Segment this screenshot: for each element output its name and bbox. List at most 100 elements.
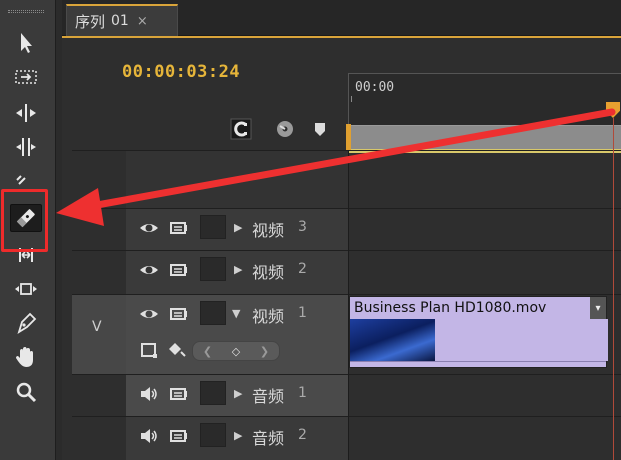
work-area-start-handle[interactable] (346, 124, 351, 150)
display-style-icon[interactable] (138, 339, 160, 361)
ripple-edit-tool-icon (16, 104, 36, 122)
work-area-bar[interactable] (348, 125, 621, 149)
slide-tool[interactable] (6, 274, 46, 304)
track-header-video-2[interactable]: ▶ 视频 2 (126, 251, 348, 294)
track-expand-icon[interactable]: ▶ (234, 221, 242, 234)
rolling-edit-tool-icon (16, 138, 36, 156)
time-ruler[interactable]: 00:00 (348, 73, 621, 127)
clip-thumbnail (350, 319, 435, 361)
tab-sequence-01[interactable]: 序列 01 × (66, 4, 178, 36)
sequence-panel: 序列 01 × 00:00:03:24 00:00 ▶ 视频 3 ▶ 视频 2 … (62, 0, 621, 460)
panel-accent-line (62, 36, 621, 38)
track-sync-lock-icon[interactable] (168, 425, 190, 447)
track-expand-icon[interactable]: ▶ (234, 263, 242, 276)
slip-tool-icon (19, 248, 33, 262)
track-output-eye-icon[interactable] (138, 259, 160, 281)
track-name: 音频 (252, 429, 285, 448)
hand-tool[interactable] (6, 342, 46, 372)
track-number: 2 (298, 427, 307, 443)
track-video-2: ▶ 视频 2 (72, 250, 621, 294)
pen-tool-icon (17, 312, 37, 335)
track-audio-1: ▶ 音频 1 (72, 374, 621, 416)
hand-tool-icon (16, 347, 33, 367)
track-number: 1 (298, 305, 307, 321)
track-header-empty (126, 151, 348, 208)
track-video-3: ▶ 视频 3 (72, 208, 621, 250)
rate-stretch-tool-icon (16, 175, 26, 185)
track-lock-toggle[interactable] (200, 301, 226, 325)
tab-title: 序列 (75, 12, 106, 31)
track-output-eye-icon[interactable] (138, 217, 160, 239)
video-clip[interactable]: Business Plan HD1080.mov ▾ (349, 296, 608, 368)
add-keyframe-icon[interactable]: ◇ (232, 345, 240, 358)
ripple-edit-tool[interactable] (6, 98, 46, 128)
track-lock-toggle[interactable] (200, 257, 226, 281)
slip-tool[interactable] (6, 240, 46, 270)
show-keyframes-icon[interactable] (166, 339, 188, 361)
track-name: 音频 (252, 387, 285, 406)
clip-body (435, 319, 608, 361)
track-expand-icon[interactable]: ▶ (234, 429, 242, 442)
tools-panel (0, 0, 56, 460)
track-lock-toggle[interactable] (200, 215, 226, 239)
track-sync-lock-icon[interactable] (168, 259, 190, 281)
clip-menu-icon[interactable]: ▾ (590, 297, 606, 319)
razor-tool[interactable] (6, 203, 46, 233)
track-select-tool[interactable] (6, 62, 46, 92)
track-header-video-1[interactable]: ▼ 视频 1 ❮ ◇ ❯ (126, 295, 348, 374)
tab-close-icon[interactable]: × (137, 14, 148, 29)
zoom-tool[interactable] (6, 378, 46, 408)
snap-magnet-icon (230, 118, 252, 140)
playhead-line (613, 118, 614, 460)
track-sync-lock-icon[interactable] (168, 303, 190, 325)
track-sync-lock-icon[interactable] (168, 383, 190, 405)
tab-bar: 序列 01 × (62, 0, 621, 36)
snap-button[interactable] (228, 116, 254, 142)
previous-keyframe-icon[interactable]: ❮ (203, 345, 212, 358)
track-row-empty (72, 150, 621, 208)
track-header-video-3[interactable]: ▶ 视频 3 (126, 209, 348, 250)
track-lock-toggle[interactable] (200, 381, 226, 405)
track-name: 视频 (252, 221, 285, 240)
track-sync-lock-icon[interactable] (168, 217, 190, 239)
track-output-eye-icon[interactable] (138, 303, 160, 325)
clip-name: Business Plan HD1080.mov (354, 300, 547, 316)
zoom-tool-icon (16, 382, 37, 403)
source-target-video[interactable]: V (72, 295, 126, 374)
panel-grip[interactable] (8, 10, 44, 13)
rate-stretch-tool[interactable] (6, 164, 46, 194)
track-header-audio-1[interactable]: ▶ 音频 1 (126, 375, 348, 416)
ruler-tick (351, 96, 352, 102)
rolling-edit-tool[interactable] (6, 132, 46, 162)
disc-marker-icon (277, 121, 293, 137)
track-number: 1 (298, 385, 307, 401)
clip-header: Business Plan HD1080.mov ▾ (350, 297, 606, 319)
next-keyframe-icon[interactable]: ❯ (260, 345, 269, 358)
target-label: V (92, 319, 102, 335)
marker-icon (315, 123, 325, 136)
track-lock-toggle[interactable] (200, 423, 226, 447)
speaker-icon[interactable] (138, 425, 160, 447)
set-encore-marker-button[interactable] (272, 116, 298, 142)
track-number: 3 (298, 219, 307, 235)
speaker-icon[interactable] (138, 383, 160, 405)
keyframe-navigator[interactable]: ❮ ◇ ❯ (192, 341, 280, 361)
track-name: 视频 (252, 307, 285, 326)
selection-tool-icon (21, 33, 32, 53)
track-header-audio-2[interactable]: ▶ 音频 2 (126, 417, 348, 460)
track-audio-2: ▶ 音频 2 (72, 416, 621, 460)
track-number: 2 (298, 261, 307, 277)
track-expand-icon[interactable]: ▶ (234, 387, 242, 400)
selection-tool[interactable] (6, 28, 46, 58)
clip-opacity-line (350, 361, 606, 367)
slide-tool-icon (15, 283, 37, 295)
track-collapse-icon[interactable]: ▼ (232, 307, 240, 320)
ruler-time-label: 00:00 (355, 80, 395, 95)
pen-tool[interactable] (6, 308, 46, 338)
track-name: 视频 (252, 263, 285, 282)
add-marker-button[interactable] (307, 116, 333, 142)
razor-tool-icon (16, 209, 35, 228)
tab-number: 01 (111, 13, 129, 29)
track-select-tool-icon (15, 70, 37, 84)
playhead-timecode[interactable]: 00:00:03:24 (122, 62, 240, 82)
